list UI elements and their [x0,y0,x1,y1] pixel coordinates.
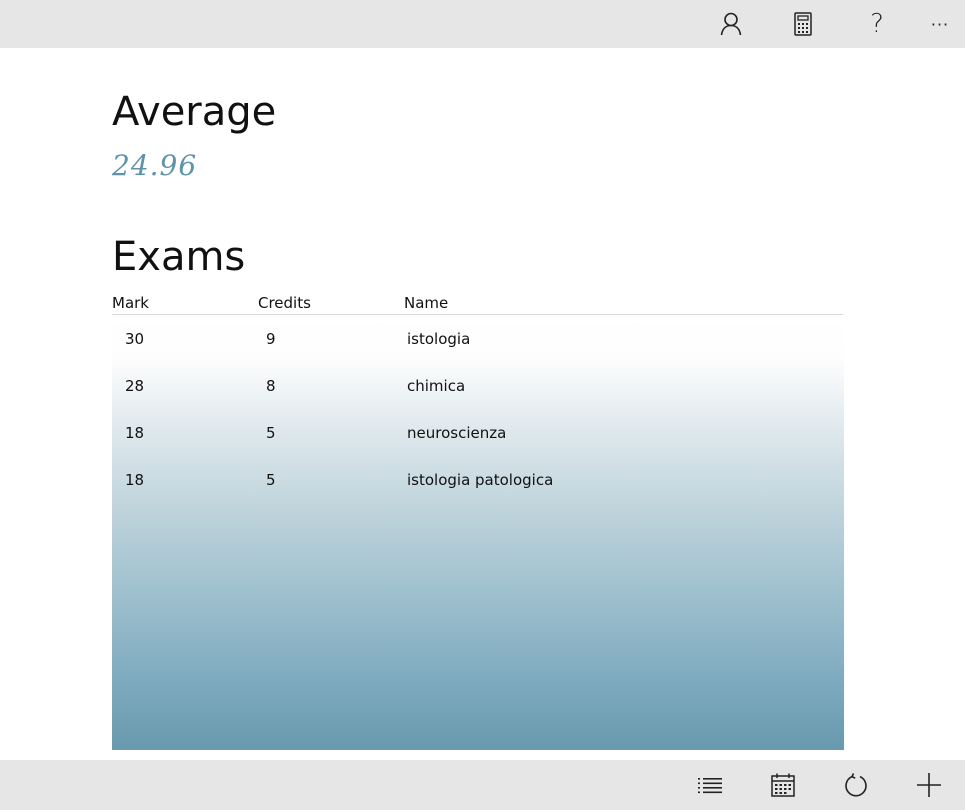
add-exam-button[interactable] [907,763,951,807]
header-divider [112,314,843,315]
credits-cell: 9 [266,330,276,348]
more-icon: ··· [930,14,950,34]
list-view-button[interactable] [688,763,732,807]
average-value: 24.96 [112,149,198,182]
name-cell: istologia [407,330,471,348]
column-header-credits[interactable]: Credits [258,296,311,311]
table-row[interactable]: 18 5 neuroscienza [112,410,844,457]
exams-list[interactable]: 30 9 istologia 28 8 chimica 18 5 neurosc… [112,316,844,750]
credits-cell: 5 [266,471,276,489]
average-heading: Average [112,89,277,135]
mark-cell: 30 [125,330,145,348]
column-header-mark[interactable]: Mark [112,296,149,311]
add-icon [917,773,941,797]
calendar-icon [771,773,795,797]
account-button[interactable] [709,2,753,46]
top-command-bar: ? ··· [0,0,965,48]
refresh-button[interactable] [834,763,878,807]
table-row[interactable]: 18 5 istologia patologica [112,457,844,504]
credits-cell: 8 [266,377,276,395]
name-cell: chimica [407,377,466,395]
column-header-name[interactable]: Name [404,296,448,311]
credits-cell: 5 [266,424,276,442]
exams-heading: Exams [112,234,246,280]
mark-cell: 18 [125,424,145,442]
mark-cell: 18 [125,471,145,489]
refresh-icon [845,773,867,797]
table-row[interactable]: 28 8 chimica [112,363,844,410]
help-icon: ? [870,9,884,39]
calculator-icon [794,12,812,36]
name-cell: neuroscienza [407,424,507,442]
person-icon [720,12,742,36]
more-options-button[interactable]: ··· [918,2,962,46]
mark-cell: 28 [125,377,145,395]
help-button[interactable]: ? [855,2,899,46]
table-row[interactable]: 30 9 istologia [112,316,844,363]
bottom-app-bar [0,760,965,810]
name-cell: istologia patologica [407,471,554,489]
list-icon [698,778,722,794]
calculator-button[interactable] [781,2,825,46]
calendar-button[interactable] [761,763,805,807]
